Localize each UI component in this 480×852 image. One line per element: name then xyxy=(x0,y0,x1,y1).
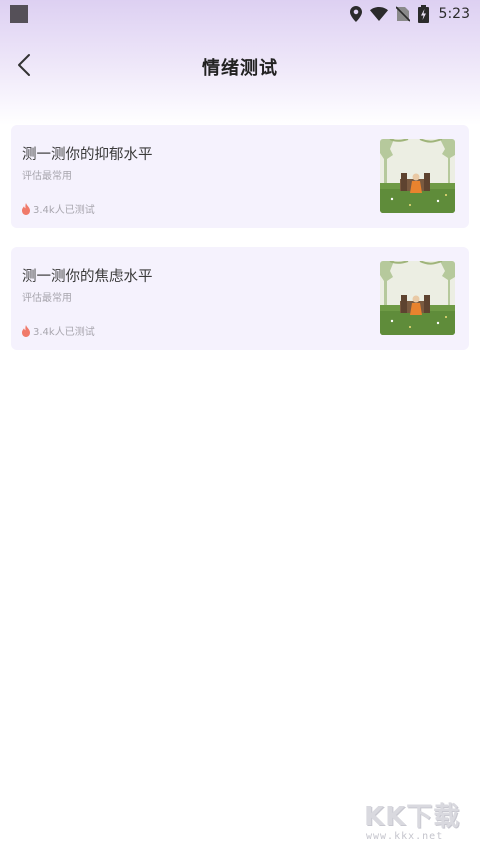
chevron-left-icon xyxy=(17,53,31,81)
test-card-meta: 3.4k人已测试 xyxy=(21,323,95,338)
test-card-title: 测一测你的焦虑水平 xyxy=(22,269,153,285)
test-card-meta: 3.4k人已测试 xyxy=(21,201,95,216)
test-card-subtitle: 评估最常用 xyxy=(22,293,72,304)
notification-app-icon xyxy=(10,5,28,23)
test-card-title: 测一测你的抑郁水平 xyxy=(22,147,153,163)
test-card-subtitle: 评估最常用 xyxy=(22,171,72,182)
test-taken-count: 3.4k人已测试 xyxy=(33,327,95,338)
wifi-icon xyxy=(369,7,388,21)
site-watermark: KK下载 www.kkx.net xyxy=(362,796,474,848)
fire-icon xyxy=(21,324,31,337)
test-list: 测一测你的抑郁水平 评估最常用 3.4k人已测试 测一测你的焦虑水平 评估最常用… xyxy=(11,125,469,369)
status-bar: 5:23 xyxy=(0,0,480,28)
status-time: 5:23 xyxy=(438,6,470,22)
test-card-depression[interactable]: 测一测你的抑郁水平 评估最常用 3.4k人已测试 xyxy=(11,125,469,228)
page-title: 情绪测试 xyxy=(202,58,278,79)
watermark-url: www.kkx.net xyxy=(366,831,444,842)
battery-charging-icon xyxy=(417,5,429,23)
back-button[interactable] xyxy=(10,52,38,82)
fire-icon xyxy=(21,202,31,215)
test-card-image xyxy=(380,139,455,213)
no-sim-icon xyxy=(395,6,410,22)
test-card-image xyxy=(380,261,455,335)
location-icon xyxy=(349,6,362,22)
watermark-logo: KK下载 xyxy=(364,802,461,832)
test-taken-count: 3.4k人已测试 xyxy=(33,205,95,216)
status-icons: 5:23 xyxy=(349,5,470,23)
app-header: 情绪测试 xyxy=(0,44,480,90)
test-card-anxiety[interactable]: 测一测你的焦虑水平 评估最常用 3.4k人已测试 xyxy=(11,247,469,350)
